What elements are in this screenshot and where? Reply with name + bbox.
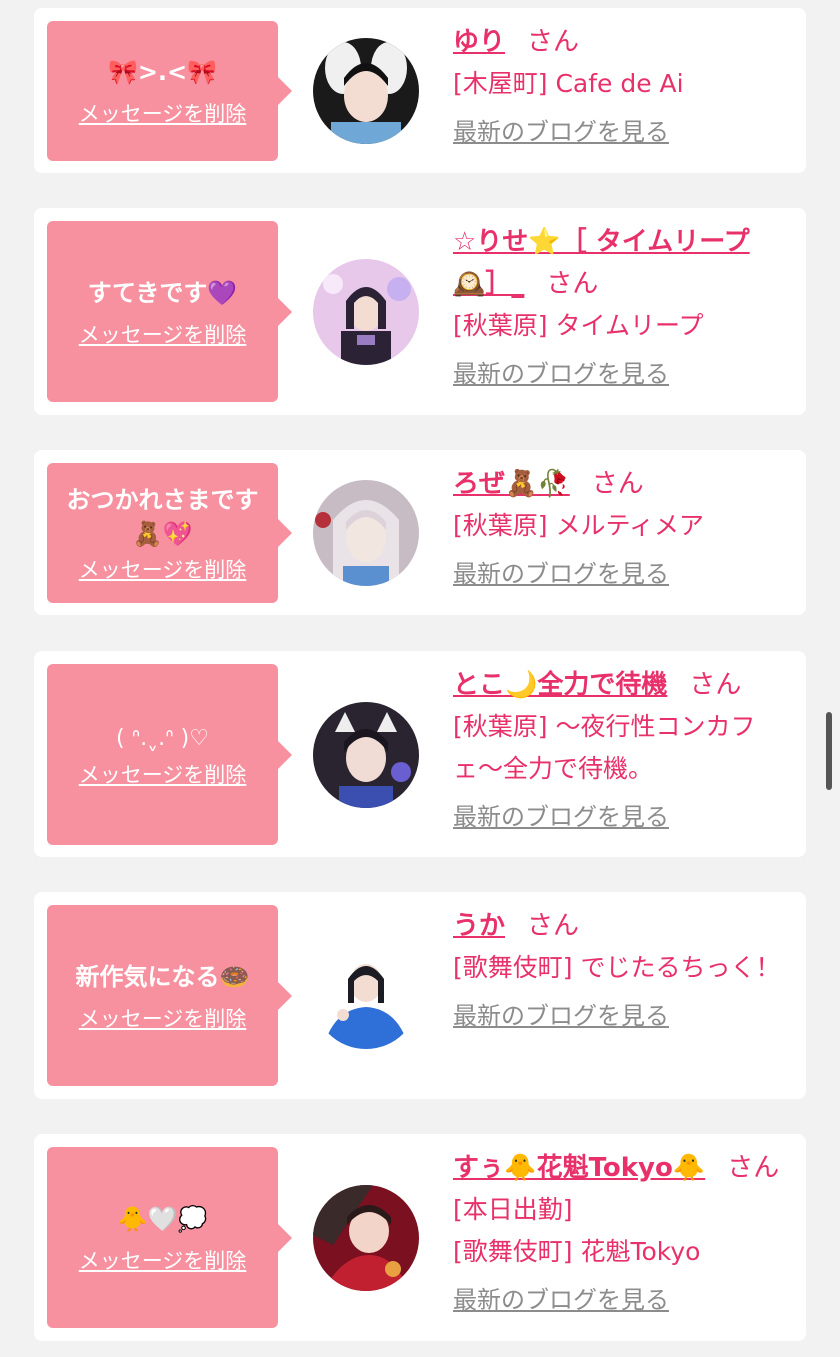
cast-name-link[interactable]: ゆり [453,27,505,57]
cast-info: ☆りせ⭐️［ タイムリープ🕰️］_ さん [秋葉原] タイムリープ 最新のブログを… [453,221,782,389]
shop-name: [本日出勤] [歌舞伎町] 花魁Tokyo [453,1195,701,1266]
delete-message-link[interactable]: メッセージを削除 [79,557,247,583]
cast-info: うか さん [歌舞伎町] でじたるちっく！ 最新のブログを見る [453,905,782,1031]
message-text: すてきです💜 [87,278,238,307]
delete-message-link[interactable]: メッセージを削除 [79,101,247,127]
cast-name-link[interactable]: ろぜ🧸🥀 [453,469,570,499]
honorific: さん [527,27,580,57]
cast-name-link[interactable]: すぅ🐥花魁Tokyo🐥 [453,1153,705,1183]
shop-name: [秋葉原] 〜夜行性コンカフェ〜全力で待機。 [453,712,756,783]
latest-blog-link[interactable]: 最新のブログを見る [453,1001,669,1031]
honorific: さん [546,269,599,299]
message-bubble: すてきです💜 メッセージを削除 [47,221,292,402]
message-bubble: 新作気になる🍩 メッセージを削除 [47,905,292,1086]
list-item: ( ᐢ.ˬ.ᐢ )♡ メッセージを削除 とこ🌙全力で待機 さん [秋葉原] 〜夜行… [34,651,806,857]
list-item: 🐥🤍💭 メッセージを削除 すぅ🐥花魁Tokyo🐥 さん [本日出勤] [歌舞伎町]… [34,1134,806,1341]
list-item: 新作気になる🍩 メッセージを削除 うか さん [歌舞伎町] でじたるちっく！ 最新… [34,892,806,1099]
honorific: さん [527,911,580,941]
message-bubble: 🐥🤍💭 メッセージを削除 [47,1147,292,1328]
message-text: おつかれさまです🧸💖 [66,486,259,548]
avatar[interactable] [313,943,419,1049]
avatar[interactable] [313,480,419,586]
delete-message-link[interactable]: メッセージを削除 [79,1248,247,1274]
shop-name: [秋葉原] タイムリープ [453,311,704,340]
latest-blog-link[interactable]: 最新のブログを見る [453,117,669,147]
list-item: すてきです💜 メッセージを削除 ☆りせ⭐️［ タイムリープ🕰️］_ さん [秋葉原… [34,208,806,415]
honorific: さん [591,469,644,499]
message-text: 🎀>.<🎀 [107,58,218,86]
message-bubble: 🎀>.<🎀 メッセージを削除 [47,21,292,161]
shop-name: [歌舞伎町] でじたるちっく！ [453,953,781,982]
message-text: ( ᐢ.ˬ.ᐢ )♡ [116,725,209,751]
delete-message-link[interactable]: メッセージを削除 [79,762,247,788]
latest-blog-link[interactable]: 最新のブログを見る [453,1285,669,1315]
cast-name-link[interactable]: ☆りせ⭐️［ タイムリープ🕰️］_ [453,227,750,299]
cast-info: すぅ🐥花魁Tokyo🐥 さん [本日出勤] [歌舞伎町] 花魁Tokyo 最新のブ… [453,1147,782,1315]
latest-blog-link[interactable]: 最新のブログを見る [453,359,669,389]
list-item: 🎀>.<🎀 メッセージを削除 ゆり さん [木屋町] Cafe de Ai 最新の… [34,8,806,173]
latest-blog-link[interactable]: 最新のブログを見る [453,559,669,589]
avatar[interactable] [313,1185,419,1291]
cast-name-link[interactable]: とこ🌙全力で待機 [453,670,667,700]
honorific: さん [689,670,742,700]
cast-info: ろぜ🧸🥀 さん [秋葉原] メルティメア 最新のブログを見る [453,463,782,589]
scrollbar[interactable] [826,712,832,790]
cast-info: ゆり さん [木屋町] Cafe de Ai 最新のブログを見る [453,21,782,147]
avatar[interactable] [313,702,419,808]
cast-info: とこ🌙全力で待機 さん [秋葉原] 〜夜行性コンカフェ〜全力で待機。 最新のブログ… [453,664,782,832]
cast-name-link[interactable]: うか [453,911,505,941]
message-bubble: おつかれさまです🧸💖 メッセージを削除 [47,463,292,603]
list-item: おつかれさまです🧸💖 メッセージを削除 ろぜ🧸🥀 さん [秋葉原] メルティメア … [34,450,806,615]
avatar[interactable] [313,38,419,144]
avatar[interactable] [313,259,419,365]
message-text: 🐥🤍💭 [117,1204,208,1233]
shop-name: [木屋町] Cafe de Ai [453,69,684,98]
honorific: さん [727,1153,780,1183]
latest-blog-link[interactable]: 最新のブログを見る [453,802,669,832]
shop-name: [秋葉原] メルティメア [453,511,704,540]
delete-message-link[interactable]: メッセージを削除 [79,1006,247,1032]
message-text: 新作気になる🍩 [75,962,250,991]
delete-message-link[interactable]: メッセージを削除 [79,322,247,348]
message-bubble: ( ᐢ.ˬ.ᐢ )♡ メッセージを削除 [47,664,292,845]
